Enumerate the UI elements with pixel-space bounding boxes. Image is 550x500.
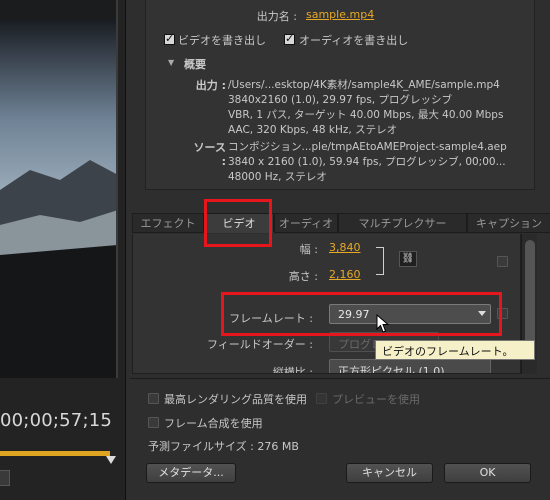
summary-source-line: コンポジション...ple/tmpAEtoAMEProject-sample4.… (228, 141, 507, 153)
framerate-tooltip: ビデオのフレームレート。 (375, 340, 535, 360)
mouse-pointer-icon (376, 314, 390, 333)
summary-title: 概要 (184, 58, 206, 71)
output-name-link[interactable]: sample.mp4 (306, 8, 374, 21)
tab-effects[interactable]: エフェクト (132, 213, 204, 233)
output-name-label: 出力名 : (256, 10, 297, 23)
tab-multiplexer[interactable]: マルチプレクサー (338, 213, 467, 233)
height-value[interactable]: 2,160 (329, 268, 361, 281)
settings-tabs: エフェクト ビデオ オーディオ マルチプレクサー キャプション (132, 213, 550, 233)
cancel-button[interactable]: キャンセル (346, 463, 433, 483)
size-override-checkbox[interactable] (497, 256, 508, 267)
preview-pane: 00;00;57;15 (0, 0, 126, 500)
estimated-file-size: 予測ファイルサイズ : 276 MB (148, 440, 299, 453)
summary-output-line: VBR, 1 パス, ターゲット 40.00 Mbps, 最大 40.00 Mb… (228, 109, 504, 121)
frame-blend-label: フレーム合成を使用 (164, 417, 263, 430)
timeline-playhead-handle[interactable] (106, 456, 116, 464)
field-order-label: フィールドオーダー : (207, 338, 313, 351)
width-value[interactable]: 3,840 (329, 241, 361, 254)
frame-blend-checkbox[interactable] (148, 417, 159, 428)
export-audio-checkbox[interactable] (284, 32, 295, 45)
metadata-button[interactable]: メタデータ... (146, 463, 236, 483)
summary-output-key: 出力 : (195, 79, 226, 92)
bottom-options: 最高レンダリング品質を使用 プレビューを使用 フレーム合成を使用 予測ファイルサ… (130, 378, 550, 500)
use-preview-label: プレビューを使用 (332, 393, 420, 406)
dimension-link-bracket (376, 247, 384, 275)
tab-captions[interactable]: キャプション (467, 213, 550, 233)
summary-output-line: /Users/...esktop/4K素材/sample4K_AME/sampl… (228, 79, 500, 91)
timeline-progress[interactable] (0, 451, 110, 456)
export-audio-label: オーディオを書き出し (299, 34, 409, 47)
export-video-checkbox[interactable] (164, 32, 175, 45)
video-preview-image (0, 0, 118, 378)
summary-source-line: 48000 Hz, ステレオ (228, 171, 327, 183)
link-icon[interactable]: ⛓ (399, 251, 417, 267)
max-quality-checkbox[interactable] (148, 393, 159, 404)
tab-audio[interactable]: オーディオ (274, 213, 338, 233)
use-preview-checkbox[interactable] (316, 393, 327, 404)
aspect-ratio-dropdown[interactable]: 正方形ピクセル (1.0) (329, 359, 491, 373)
summary-disclosure-triangle-icon[interactable]: ▼ (168, 58, 174, 67)
preview-control-button[interactable] (0, 470, 10, 486)
height-label: 高さ : (288, 270, 318, 283)
summary-panel: 出力名 : sample.mp4 ビデオを書き出し オーディオを書き出し ▼ 概… (145, 0, 535, 190)
annotation-highlight-video-tab (204, 199, 272, 247)
timecode-display: 00;00;57;15 (0, 410, 113, 431)
export-video-label: ビデオを書き出し (178, 34, 266, 47)
summary-output-line: 3840x2160 (1.0), 29.97 fps, プログレッシブ (228, 94, 452, 106)
scrollbar-thumb[interactable] (525, 240, 535, 350)
summary-source-key: ソース : (193, 141, 226, 168)
ok-button[interactable]: OK (444, 463, 531, 483)
annotation-highlight-framerate (221, 292, 502, 336)
aspect-ratio-label: 縦横比 : (272, 366, 313, 374)
summary-output-line: AAC, 320 Kbps, 48 kHz, ステレオ (228, 124, 398, 136)
summary-source-line: 3840 x 2160 (1.0), 59.94 fps, プログレッシブ, 0… (228, 156, 506, 168)
max-quality-label: 最高レンダリング品質を使用 (164, 393, 307, 406)
